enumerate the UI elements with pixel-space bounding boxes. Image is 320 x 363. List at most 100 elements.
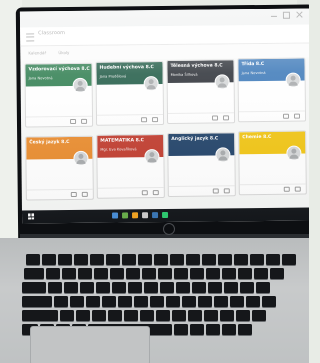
assignment-icon[interactable] bbox=[70, 191, 77, 198]
class-card[interactable]: Český jazyk 8.C bbox=[25, 135, 94, 201]
key[interactable] bbox=[270, 268, 284, 279]
key[interactable] bbox=[76, 310, 90, 321]
assignment-icon[interactable] bbox=[283, 186, 290, 192]
assignment-icon[interactable] bbox=[141, 117, 148, 123]
touchpad[interactable] bbox=[30, 326, 150, 363]
key[interactable] bbox=[208, 282, 222, 293]
key[interactable] bbox=[156, 310, 170, 321]
key[interactable] bbox=[188, 310, 202, 321]
key[interactable] bbox=[150, 296, 164, 307]
key[interactable] bbox=[230, 296, 244, 307]
assignment-icon[interactable] bbox=[211, 115, 219, 121]
key[interactable] bbox=[58, 254, 72, 265]
card-title[interactable]: Anglický jazyk 8.C bbox=[171, 136, 218, 141]
key[interactable] bbox=[190, 324, 204, 335]
key[interactable] bbox=[222, 268, 236, 279]
key[interactable] bbox=[238, 268, 252, 279]
key[interactable] bbox=[110, 268, 124, 279]
key[interactable] bbox=[46, 268, 60, 279]
key[interactable] bbox=[254, 268, 268, 279]
key[interactable] bbox=[172, 310, 186, 321]
card-title[interactable]: Třída 8.C bbox=[241, 62, 264, 67]
app-icon[interactable] bbox=[132, 212, 139, 219]
app-icon[interactable] bbox=[122, 212, 129, 219]
key[interactable] bbox=[118, 296, 132, 307]
key[interactable] bbox=[124, 310, 138, 321]
key[interactable] bbox=[78, 268, 92, 279]
key[interactable] bbox=[60, 310, 74, 321]
key[interactable] bbox=[94, 268, 108, 279]
key[interactable] bbox=[174, 268, 188, 279]
windows-start-icon[interactable] bbox=[28, 213, 35, 220]
folder-icon[interactable] bbox=[152, 117, 159, 123]
key[interactable] bbox=[22, 296, 52, 307]
key[interactable] bbox=[174, 324, 188, 335]
key[interactable] bbox=[202, 254, 216, 265]
assignment-icon[interactable] bbox=[70, 118, 77, 125]
key[interactable] bbox=[126, 268, 140, 279]
key[interactable] bbox=[138, 254, 152, 265]
class-card[interactable]: Anglický jazyk 8.C bbox=[167, 132, 236, 197]
folder-icon[interactable] bbox=[81, 191, 88, 197]
class-card[interactable]: Třída 8.C Jana Novotná bbox=[237, 57, 307, 123]
key[interactable] bbox=[26, 254, 40, 265]
card-title[interactable]: Hudební výchova 8.C bbox=[99, 65, 153, 71]
key[interactable] bbox=[262, 296, 276, 307]
folder-icon[interactable] bbox=[81, 118, 88, 124]
key[interactable] bbox=[48, 282, 62, 293]
key[interactable] bbox=[250, 254, 264, 265]
key[interactable] bbox=[246, 296, 260, 307]
key[interactable] bbox=[282, 254, 296, 265]
key[interactable] bbox=[140, 310, 154, 321]
tasks-link[interactable]: Úkoly bbox=[58, 50, 69, 55]
key[interactable] bbox=[206, 324, 220, 335]
key[interactable] bbox=[54, 296, 68, 307]
key[interactable] bbox=[128, 282, 142, 293]
key[interactable] bbox=[190, 268, 204, 279]
key[interactable] bbox=[186, 254, 200, 265]
key[interactable] bbox=[70, 296, 84, 307]
card-title[interactable]: MATEMATIKA 8.C bbox=[100, 138, 144, 143]
folder-icon[interactable] bbox=[223, 188, 230, 194]
class-card[interactable]: Chemie 8.C bbox=[238, 130, 307, 196]
key[interactable] bbox=[22, 310, 58, 321]
key[interactable] bbox=[218, 254, 232, 265]
key[interactable] bbox=[62, 268, 76, 279]
key[interactable] bbox=[234, 254, 248, 265]
key[interactable] bbox=[108, 310, 122, 321]
card-title[interactable]: Vzdorovací výchova 8.C bbox=[28, 67, 89, 73]
assignment-icon[interactable] bbox=[212, 188, 219, 194]
class-card[interactable]: MATEMATIKA 8.C Mgr. Eva Kovaříková bbox=[96, 134, 165, 199]
key[interactable] bbox=[160, 282, 174, 293]
key[interactable] bbox=[166, 296, 180, 307]
class-card[interactable]: Vzdorovací výchova 8.C Jana Novotná bbox=[24, 62, 94, 128]
key[interactable] bbox=[206, 268, 220, 279]
key[interactable] bbox=[42, 254, 56, 265]
key[interactable] bbox=[122, 254, 136, 265]
maximize-icon[interactable] bbox=[282, 11, 290, 19]
key[interactable] bbox=[22, 282, 46, 293]
key[interactable] bbox=[142, 268, 156, 279]
close-icon[interactable] bbox=[296, 12, 302, 18]
key[interactable] bbox=[182, 296, 196, 307]
app-icon[interactable] bbox=[152, 212, 159, 219]
card-title[interactable]: Český jazyk 8.C bbox=[29, 140, 69, 145]
key[interactable] bbox=[176, 282, 190, 293]
key[interactable] bbox=[106, 254, 120, 265]
key[interactable] bbox=[170, 254, 184, 265]
key[interactable] bbox=[204, 310, 218, 321]
key[interactable] bbox=[222, 324, 236, 335]
key[interactable] bbox=[266, 254, 280, 265]
key[interactable] bbox=[236, 310, 250, 321]
key[interactable] bbox=[256, 282, 270, 293]
key[interactable] bbox=[24, 268, 44, 279]
key[interactable] bbox=[220, 310, 234, 321]
class-card[interactable]: Hudební výchova 8.C Jana Prodělová bbox=[95, 61, 165, 126]
key[interactable] bbox=[80, 282, 94, 293]
key[interactable] bbox=[154, 254, 168, 265]
key[interactable] bbox=[198, 296, 212, 307]
app-icon[interactable] bbox=[162, 211, 169, 219]
folder-icon[interactable] bbox=[294, 186, 301, 192]
key[interactable] bbox=[74, 254, 88, 265]
key[interactable] bbox=[134, 296, 148, 307]
